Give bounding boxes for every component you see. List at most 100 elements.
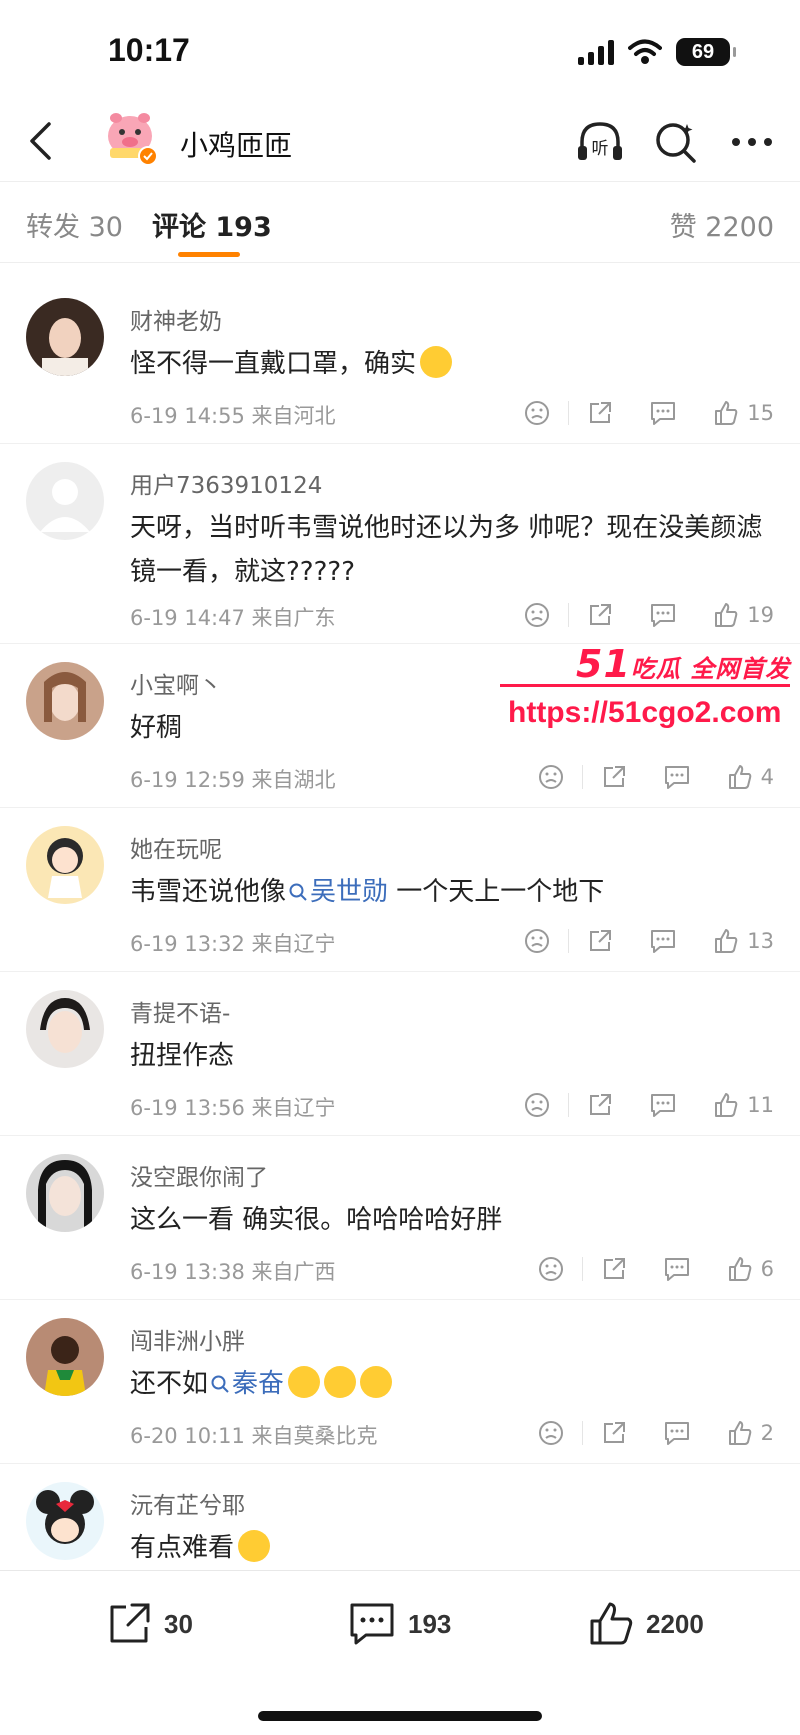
thumbs-up-icon	[715, 603, 738, 627]
laugh-cry-emoji-icon	[324, 1366, 357, 1398]
like-count: 4	[760, 765, 774, 789]
comment-icon	[651, 402, 676, 425]
dislike-button[interactable]	[538, 1420, 564, 1446]
comment-meta: 6-19 13:32 来自辽宁	[130, 928, 336, 958]
share-button[interactable]	[601, 1420, 627, 1446]
thumbs-up-icon	[590, 1602, 633, 1645]
avatar[interactable]	[26, 990, 104, 1068]
search-icon	[656, 123, 696, 163]
comment-text: 有点难看	[130, 1526, 770, 1570]
avatar[interactable]	[26, 1154, 104, 1232]
dislike-button[interactable]	[538, 764, 564, 790]
share-icon	[603, 1258, 625, 1279]
header-actions: 听	[576, 118, 776, 166]
like-button[interactable]: 2200	[588, 1601, 704, 1647]
account-name[interactable]: 小鸡匝匝	[180, 124, 292, 164]
listen-button[interactable]: 听	[576, 118, 624, 166]
comment-time: 6-19 13:32	[130, 932, 245, 956]
reply-button[interactable]	[649, 928, 677, 954]
comment-author[interactable]: 沅有芷兮耶	[130, 1486, 245, 1520]
like-button[interactable]: 19	[713, 602, 774, 628]
reply-button[interactable]	[649, 602, 677, 628]
reply-button[interactable]	[663, 1420, 691, 1446]
signal-icon	[578, 39, 614, 65]
reply-button[interactable]	[649, 400, 677, 426]
comment-item: 她在玩呢 韦雪还说他像 吴世勋 一个天上一个地下 6-19 13:32 来自辽宁 …	[0, 808, 800, 972]
comment-author[interactable]: 小宝啊丶	[130, 666, 222, 700]
tab-reposts[interactable]: 转发 30	[26, 205, 123, 244]
more-button[interactable]	[728, 118, 776, 166]
comment-location: 来自河北	[251, 404, 336, 428]
comment-author[interactable]: 她在玩呢	[130, 830, 222, 864]
comment-list: 财神老奶 怪不得一直戴口罩，确实 6-19 14:55 来自河北 15 用户73…	[0, 280, 800, 1594]
like-button[interactable]: 4	[727, 764, 774, 790]
like-button[interactable]: 13	[713, 928, 774, 954]
like-button[interactable]: 11	[713, 1092, 774, 1118]
share-button[interactable]	[601, 1256, 627, 1282]
tab-comments[interactable]: 评论 193	[152, 205, 272, 244]
reply-button[interactable]	[649, 1092, 677, 1118]
like-button[interactable]: 15	[713, 400, 774, 426]
share-icon	[590, 402, 612, 423]
mention-link[interactable]: 吴世勋	[286, 877, 388, 907]
comment-actions: 6	[538, 1254, 774, 1284]
back-button[interactable]	[18, 116, 62, 166]
watermark-url: https://51cgo2.com	[508, 696, 782, 729]
watermark: 51吃瓜 全网首发 https://51cgo2.com	[500, 640, 800, 740]
comment-text: 还不如 秦奋	[130, 1362, 770, 1406]
share-icon	[590, 604, 612, 625]
avatar[interactable]	[26, 826, 104, 904]
comment-time: 6-19 12:59	[130, 768, 245, 792]
reply-button[interactable]	[663, 764, 691, 790]
comment-author[interactable]: 用户7363910124	[130, 466, 322, 500]
dislike-button[interactable]	[524, 1092, 550, 1118]
bottom-action-bar: 30 193 2200	[0, 1570, 800, 1735]
repost-count: 30	[164, 1608, 193, 1639]
comment-item: 财神老奶 怪不得一直戴口罩，确实 6-19 14:55 来自河北 15	[0, 280, 800, 444]
share-icon	[603, 1422, 625, 1443]
like-button[interactable]: 2	[727, 1420, 774, 1446]
dislike-button[interactable]	[524, 928, 550, 954]
comment-author[interactable]: 没空跟你闹了	[130, 1158, 268, 1192]
comment-actions: 15	[524, 398, 774, 428]
share-button[interactable]	[587, 928, 613, 954]
share-icon	[590, 1094, 612, 1115]
dislike-button[interactable]	[524, 400, 550, 426]
search-icon	[211, 1375, 229, 1393]
avatar[interactable]	[26, 1482, 104, 1560]
comment-meta: 6-20 10:11 来自莫桑比克	[130, 1420, 378, 1450]
like-button[interactable]: 6	[727, 1256, 774, 1282]
tab-likes[interactable]: 赞 2200	[670, 205, 774, 244]
comment-icon	[651, 1094, 676, 1117]
home-indicator	[258, 1711, 542, 1721]
avatar[interactable]	[26, 662, 104, 740]
search-icon	[289, 883, 307, 901]
share-button[interactable]	[587, 1092, 613, 1118]
comment-item: 用户7363910124 天呀，当时听韦雪说他时还以为多 帅呢？现在没美颜滤镜一…	[0, 444, 800, 644]
dislike-button[interactable]	[538, 1256, 564, 1282]
avatar[interactable]	[26, 1318, 104, 1396]
comment-count: 193	[408, 1608, 452, 1639]
search-button[interactable]	[652, 118, 700, 166]
comment-actions: 11	[524, 1090, 774, 1120]
share-button[interactable]	[587, 602, 613, 628]
comment-location: 来自广西	[251, 1260, 336, 1284]
like-count: 15	[747, 401, 774, 425]
sweat-emoji-icon	[420, 346, 453, 378]
reply-button[interactable]	[663, 1256, 691, 1282]
comment-actions: 19	[524, 600, 774, 630]
more-dots-icon	[732, 138, 772, 146]
share-button[interactable]	[587, 400, 613, 426]
frown-icon	[525, 603, 550, 627]
comment-author[interactable]: 财神老奶	[130, 302, 222, 336]
comment-author[interactable]: 闯非洲小胖	[130, 1322, 245, 1356]
avatar[interactable]	[26, 298, 104, 376]
dislike-button[interactable]	[524, 602, 550, 628]
account-avatar[interactable]	[104, 110, 160, 170]
mention-link[interactable]: 秦奋	[208, 1369, 284, 1399]
avatar[interactable]	[26, 462, 104, 540]
comment-button[interactable]: 193	[348, 1601, 451, 1647]
repost-button[interactable]: 30	[106, 1601, 193, 1647]
share-button[interactable]	[601, 764, 627, 790]
comment-author[interactable]: 青提不语-	[130, 994, 230, 1028]
